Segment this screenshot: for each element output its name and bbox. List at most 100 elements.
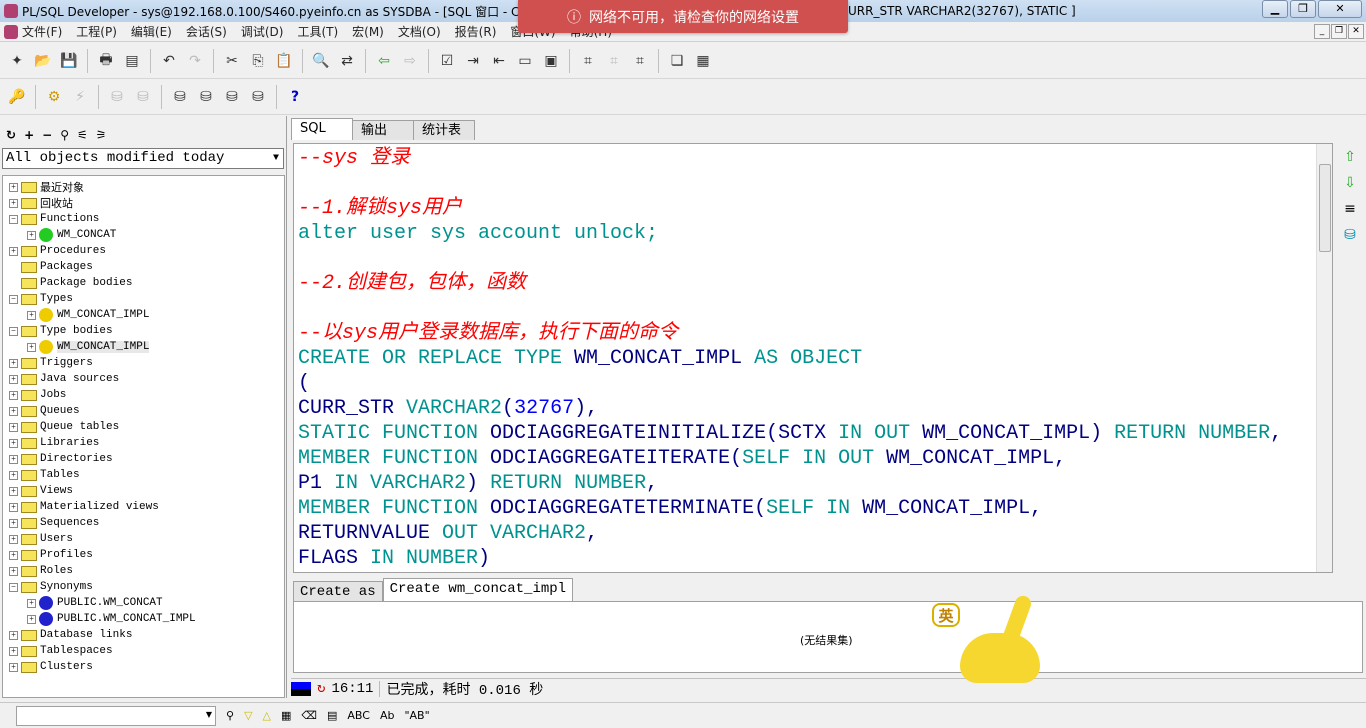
- cut-icon[interactable]: ✂: [221, 50, 243, 72]
- tree-item[interactable]: + Clusters: [9, 659, 284, 675]
- expand-icon[interactable]: +: [9, 486, 18, 496]
- explain-icon[interactable]: ⌗: [603, 50, 625, 72]
- undo-icon[interactable]: ↶: [158, 50, 180, 72]
- mdi-close-button[interactable]: ✕: [1348, 24, 1364, 39]
- tree-item[interactable]: Package bodies: [9, 275, 284, 291]
- save-icon[interactable]: 💾: [58, 50, 80, 72]
- menu-session[interactable]: 会话(S): [186, 23, 227, 40]
- tree-item[interactable]: + Tablespaces: [9, 643, 284, 659]
- expand-icon[interactable]: +: [9, 358, 18, 368]
- expand-icon[interactable]: +: [9, 630, 18, 640]
- expand-icon[interactable]: +: [9, 406, 18, 416]
- find-icon[interactable]: 🔍: [310, 50, 332, 72]
- db-icon[interactable]: ⛁: [169, 86, 191, 108]
- expand-icon[interactable]: +: [9, 646, 18, 656]
- tree-item[interactable]: + WM_CONCAT_IMPL: [9, 339, 284, 355]
- search-combo[interactable]: [16, 705, 216, 726]
- tree-item[interactable]: + Queues: [9, 403, 284, 419]
- menu-macro[interactable]: 宏(M): [352, 23, 384, 40]
- editor-scrollbar[interactable]: [1316, 144, 1332, 572]
- tree-item[interactable]: + Tables: [9, 467, 284, 483]
- expand-icon[interactable]: +: [9, 518, 18, 528]
- menu-debug[interactable]: 调试(D): [241, 23, 284, 40]
- tree-item[interactable]: + WM_CONCAT_IMPL: [9, 307, 284, 323]
- windows-icon[interactable]: ❏: [666, 50, 688, 72]
- expand-icon[interactable]: +: [9, 182, 18, 192]
- describe-icon[interactable]: ⌗: [629, 50, 651, 72]
- menu-tools[interactable]: 工具(T): [297, 23, 338, 40]
- comment-icon[interactable]: ▭: [514, 50, 536, 72]
- object-filter-select[interactable]: All objects modified today ▼: [2, 148, 284, 169]
- menu-docs[interactable]: 文档(O): [398, 23, 441, 40]
- db-refresh-icon[interactable]: ⛁: [247, 86, 269, 108]
- sql-editor[interactable]: --sys 登录 --1.解锁sys用户 alter user sys accoun…: [293, 143, 1333, 573]
- expand-icon[interactable]: +: [27, 230, 36, 240]
- expand-icon[interactable]: +: [9, 470, 18, 480]
- tree-item[interactable]: + 回收站: [9, 195, 284, 211]
- back-icon[interactable]: ⇦: [373, 50, 395, 72]
- break-icon[interactable]: ⚡: [69, 86, 91, 108]
- expand-icon[interactable]: +: [9, 198, 18, 208]
- arrow-down-icon[interactable]: ⇩: [1344, 175, 1356, 191]
- new-icon[interactable]: ✦: [6, 50, 28, 72]
- grid-icon[interactable]: ▦: [692, 50, 714, 72]
- add-icon[interactable]: +: [24, 128, 34, 142]
- tree-item[interactable]: + Triggers: [9, 355, 284, 371]
- arrow-up-icon[interactable]: ⇧: [1344, 149, 1356, 165]
- commit-icon[interactable]: ⛁: [106, 86, 128, 108]
- find-next-icon[interactable]: ▽: [244, 709, 252, 722]
- lines-icon[interactable]: ≡: [1344, 201, 1356, 217]
- tree-item[interactable]: + Libraries: [9, 435, 284, 451]
- expand-icon[interactable]: +: [9, 502, 18, 512]
- tab-sql[interactable]: SQL: [291, 118, 353, 140]
- selection-icon[interactable]: ▤: [327, 709, 337, 722]
- collapse-icon[interactable]: −: [9, 214, 18, 224]
- unindent-icon[interactable]: ⇤: [488, 50, 510, 72]
- tree-item[interactable]: + Sequences: [9, 515, 284, 531]
- tree-item[interactable]: + Roles: [9, 563, 284, 579]
- tree-item[interactable]: + WM_CONCAT: [9, 227, 284, 243]
- menu-project[interactable]: 工程(P): [76, 23, 117, 40]
- check-icon[interactable]: ☑: [436, 50, 458, 72]
- tree-item[interactable]: + Profiles: [9, 547, 284, 563]
- tab-output[interactable]: 输出: [352, 120, 414, 140]
- tree-item[interactable]: + Procedures: [9, 243, 284, 259]
- expand-icon[interactable]: +: [9, 550, 18, 560]
- rollback-icon[interactable]: ⛁: [132, 86, 154, 108]
- tree-item[interactable]: + PUBLIC.WM_CONCAT_IMPL: [9, 611, 284, 627]
- result-tab-create-as[interactable]: Create as: [293, 581, 383, 601]
- filter-edit-icon[interactable]: ⚞: [96, 128, 107, 142]
- tree-item[interactable]: Packages: [9, 259, 284, 275]
- find-icon[interactable]: ⚲: [60, 128, 69, 142]
- collapse-icon[interactable]: −: [9, 294, 18, 304]
- tab-statistics[interactable]: 统计表: [413, 120, 475, 140]
- redo-icon[interactable]: ↷: [184, 50, 206, 72]
- expand-icon[interactable]: +: [9, 438, 18, 448]
- expand-icon[interactable]: +: [9, 390, 18, 400]
- print-icon[interactable]: 🖶: [95, 50, 117, 72]
- print-preview-icon[interactable]: ▤: [121, 50, 143, 72]
- scroll-thumb[interactable]: [1319, 164, 1331, 252]
- tree-item[interactable]: + Directories: [9, 451, 284, 467]
- tree-item[interactable]: − Functions: [9, 211, 284, 227]
- expand-icon[interactable]: +: [9, 534, 18, 544]
- find-icon[interactable]: ⚲: [226, 709, 234, 722]
- tree-item[interactable]: − Type bodies: [9, 323, 284, 339]
- mdi-minimize-button[interactable]: _: [1314, 24, 1330, 39]
- menu-reports[interactable]: 报告(R): [455, 23, 497, 40]
- logon-icon[interactable]: 🔑: [6, 86, 28, 108]
- forward-icon[interactable]: ⇨: [399, 50, 421, 72]
- query-builder-icon[interactable]: ⌗: [577, 50, 599, 72]
- db-icon[interactable]: ⛁: [1344, 227, 1356, 243]
- expand-icon[interactable]: +: [9, 374, 18, 384]
- open-icon[interactable]: 📂: [32, 50, 54, 72]
- expand-icon[interactable]: +: [9, 422, 18, 432]
- sql-window-icon[interactable]: ⛁: [195, 86, 217, 108]
- help-icon[interactable]: ?: [284, 86, 306, 108]
- expand-icon[interactable]: +: [27, 614, 36, 624]
- indent-icon[interactable]: ⇥: [462, 50, 484, 72]
- tree-item[interactable]: − Synonyms: [9, 579, 284, 595]
- expand-icon[interactable]: +: [9, 246, 18, 256]
- collapse-icon[interactable]: −: [9, 326, 18, 336]
- result-tab-create-wm-concat-impl[interactable]: Create wm_concat_impl: [382, 578, 574, 601]
